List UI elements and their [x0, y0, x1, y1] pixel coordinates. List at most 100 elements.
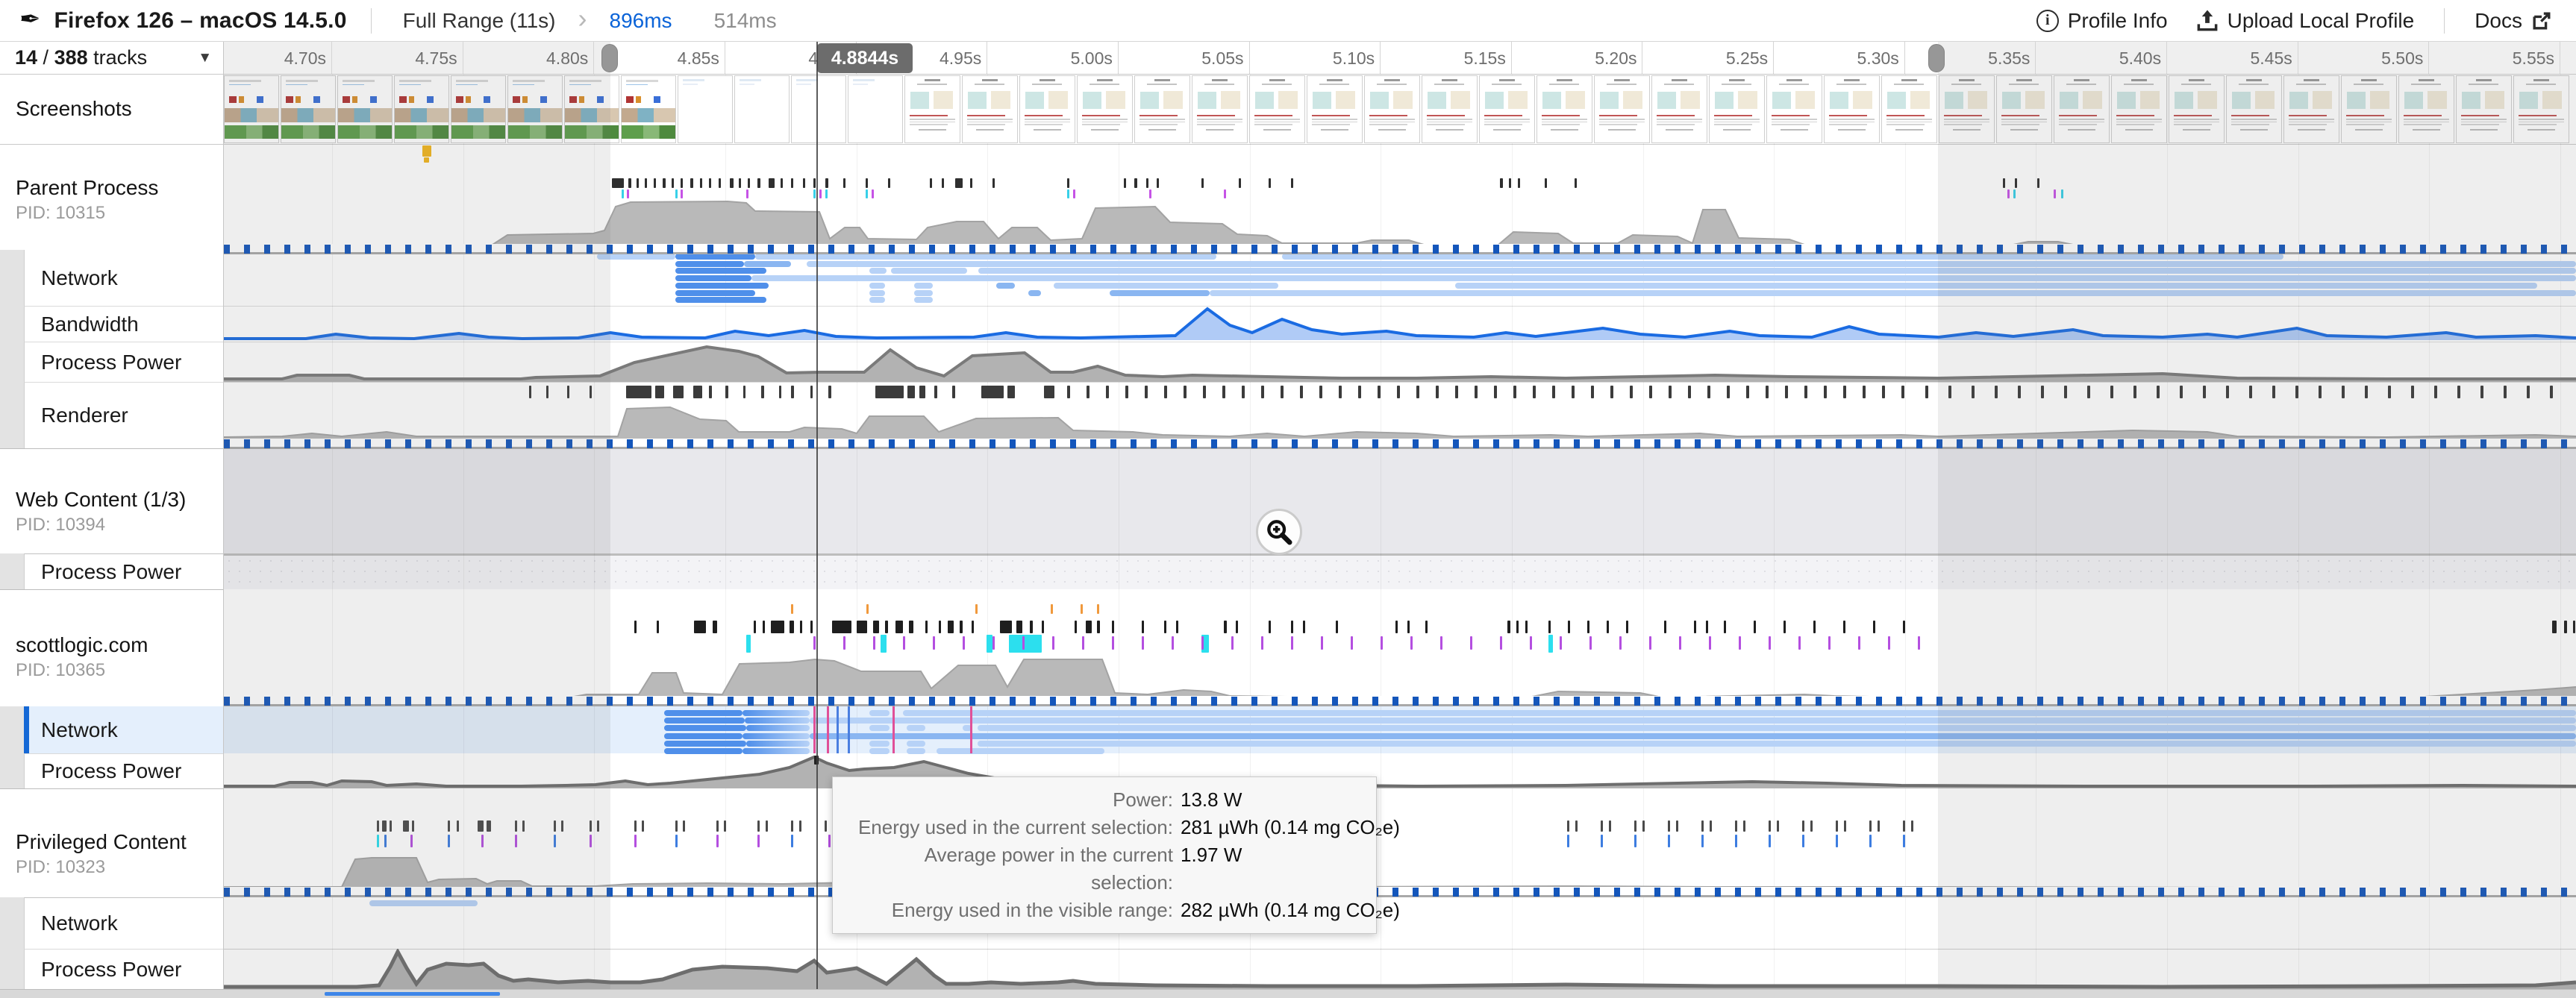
screenshot-thumbnail[interactable] [1077, 75, 1133, 143]
screenshot-thumbnail[interactable] [1479, 75, 1535, 143]
network-request-bar[interactable] [869, 268, 887, 274]
network-request-bar[interactable] [914, 282, 933, 289]
track-label-parent-process[interactable]: Parent Process PID: 10315 [0, 145, 223, 250]
network-request-bar[interactable] [664, 718, 745, 724]
screenshot-thumbnail[interactable] [678, 75, 733, 143]
track-label-network-privileged[interactable]: Network [24, 897, 223, 949]
profile-title[interactable]: Firefox 126 – macOS 14.5.0 [54, 8, 347, 34]
network-request-bar[interactable] [869, 710, 890, 716]
screenshot-thumbnail[interactable] [1536, 75, 1592, 143]
track-label-scottlogic[interactable]: scottlogic.com PID: 10365 [0, 589, 223, 706]
marker-tick [1735, 835, 1737, 847]
breadcrumb-full-range[interactable]: Full Range (11s) [396, 6, 563, 36]
network-request-bar[interactable] [745, 718, 810, 724]
network-request-bar[interactable] [1054, 282, 1278, 289]
track-label-process-power-parent[interactable]: Process Power [24, 342, 223, 382]
network-request-bar[interactable] [891, 268, 967, 274]
marker-tick [634, 820, 637, 832]
screenshot-thumbnail[interactable] [1709, 75, 1765, 143]
network-request-bar[interactable] [664, 740, 746, 747]
track-label-screenshots[interactable]: Screenshots [0, 75, 223, 145]
network-request-bar[interactable] [664, 710, 743, 716]
network-request-bar[interactable] [869, 297, 885, 304]
network-request-bar[interactable] [1028, 289, 1041, 296]
network-request-bar[interactable] [869, 289, 885, 296]
docs-link[interactable]: Docs [2466, 4, 2561, 37]
screenshot-thumbnail[interactable] [621, 75, 676, 143]
network-request-bar[interactable] [755, 254, 1216, 260]
network-request-bar[interactable] [675, 268, 766, 274]
track-label-process-power-webcontent[interactable]: Process Power [24, 553, 223, 589]
network-request-bar[interactable] [675, 275, 751, 282]
bottom-scroll-strip[interactable] [0, 989, 2576, 998]
tracks-visibility-dropdown[interactable]: 14 / 388 tracks ▼ [0, 42, 223, 75]
track-label-bandwidth[interactable]: Bandwidth [24, 306, 223, 342]
network-request-bar[interactable] [675, 289, 755, 296]
marker-tick [1358, 386, 1361, 398]
marker-tick [730, 178, 734, 188]
track-label-process-power-scottlogic[interactable]: Process Power [24, 753, 223, 788]
network-request-bar[interactable] [914, 297, 933, 304]
track-label-network-scottlogic-selected[interactable]: Network [24, 706, 223, 753]
network-request-bar[interactable] [743, 748, 810, 754]
marker-tick [1201, 636, 1204, 650]
network-request-bar[interactable] [675, 254, 755, 260]
screenshot-thumbnail[interactable] [1192, 75, 1248, 143]
timeline-tracks-area[interactable] [224, 75, 2576, 989]
network-request-bar[interactable] [869, 725, 890, 732]
track-label-privileged-content[interactable]: Privileged Content PID: 10323 [0, 788, 223, 897]
screenshot-thumbnail[interactable] [1134, 75, 1190, 143]
profile-name-edit-icon[interactable]: ✒ [19, 4, 41, 34]
marker-tick [955, 178, 963, 188]
screenshot-thumbnail[interactable] [1766, 75, 1822, 143]
network-request-bar[interactable] [869, 282, 885, 289]
network-request-bar[interactable] [907, 725, 925, 732]
network-request-bar[interactable] [1110, 289, 1210, 296]
screenshot-thumbnail[interactable] [1594, 75, 1650, 143]
screenshot-thumbnail[interactable] [962, 75, 1018, 143]
network-request-bar[interactable] [996, 282, 1015, 289]
network-request-bar[interactable] [869, 748, 890, 754]
network-request-bar[interactable] [675, 282, 769, 289]
timeline-ruler[interactable]: 4.70s4.75s4.80s4.85s4.90s4.95s5.00s5.05s… [224, 42, 2576, 75]
network-request-bar[interactable] [743, 732, 810, 739]
upload-local-profile-button[interactable]: Upload Local Profile [2187, 4, 2424, 37]
network-request-bar[interactable] [914, 289, 933, 296]
zoom-in-button[interactable] [1256, 509, 1302, 555]
screenshot-thumbnail[interactable] [1249, 75, 1305, 143]
screenshot-thumbnail[interactable] [734, 75, 790, 143]
marker-tick [909, 621, 913, 633]
track-label-process-power-privileged[interactable]: Process Power [24, 949, 223, 989]
selection-handle-right[interactable] [1928, 44, 1945, 72]
network-request-bar[interactable] [744, 260, 791, 267]
network-request-bar[interactable] [907, 748, 925, 754]
track-label-network-parent[interactable]: Network [24, 250, 223, 306]
screenshot-thumbnail[interactable] [1651, 75, 1707, 143]
breadcrumb-selection[interactable]: 896ms [602, 6, 680, 36]
marker-tick [952, 386, 955, 398]
profile-info-button[interactable]: i Profile Info [2028, 4, 2177, 37]
screenshot-thumbnail[interactable] [1307, 75, 1363, 143]
screenshot-thumbnail[interactable] [904, 75, 960, 143]
network-request-bar[interactable] [675, 260, 744, 267]
network-request-bar[interactable] [869, 740, 890, 747]
screenshot-thumbnail[interactable] [791, 75, 846, 143]
network-request-bar[interactable] [664, 725, 746, 732]
network-request-bar[interactable] [743, 710, 810, 716]
network-request-bar[interactable] [664, 732, 743, 739]
network-request-bar[interactable] [937, 748, 1104, 754]
screenshot-thumbnail[interactable] [1019, 75, 1075, 143]
network-request-bar[interactable] [907, 740, 925, 747]
network-request-bar[interactable] [746, 725, 810, 732]
selection-handle-left[interactable] [601, 44, 618, 72]
screenshot-thumbnail[interactable] [1364, 75, 1420, 143]
network-request-bar[interactable] [675, 297, 766, 304]
track-label-web-content[interactable]: Web Content (1/3) PID: 10394 [0, 448, 223, 553]
screenshot-thumbnail[interactable] [1824, 75, 1880, 143]
network-request-bar[interactable] [664, 748, 743, 754]
screenshot-thumbnail[interactable] [848, 75, 903, 143]
network-request-bar[interactable] [746, 740, 810, 747]
screenshot-thumbnail[interactable] [1422, 75, 1478, 143]
screenshot-thumbnail[interactable] [1881, 75, 1937, 143]
track-label-renderer[interactable]: Renderer [24, 382, 223, 448]
